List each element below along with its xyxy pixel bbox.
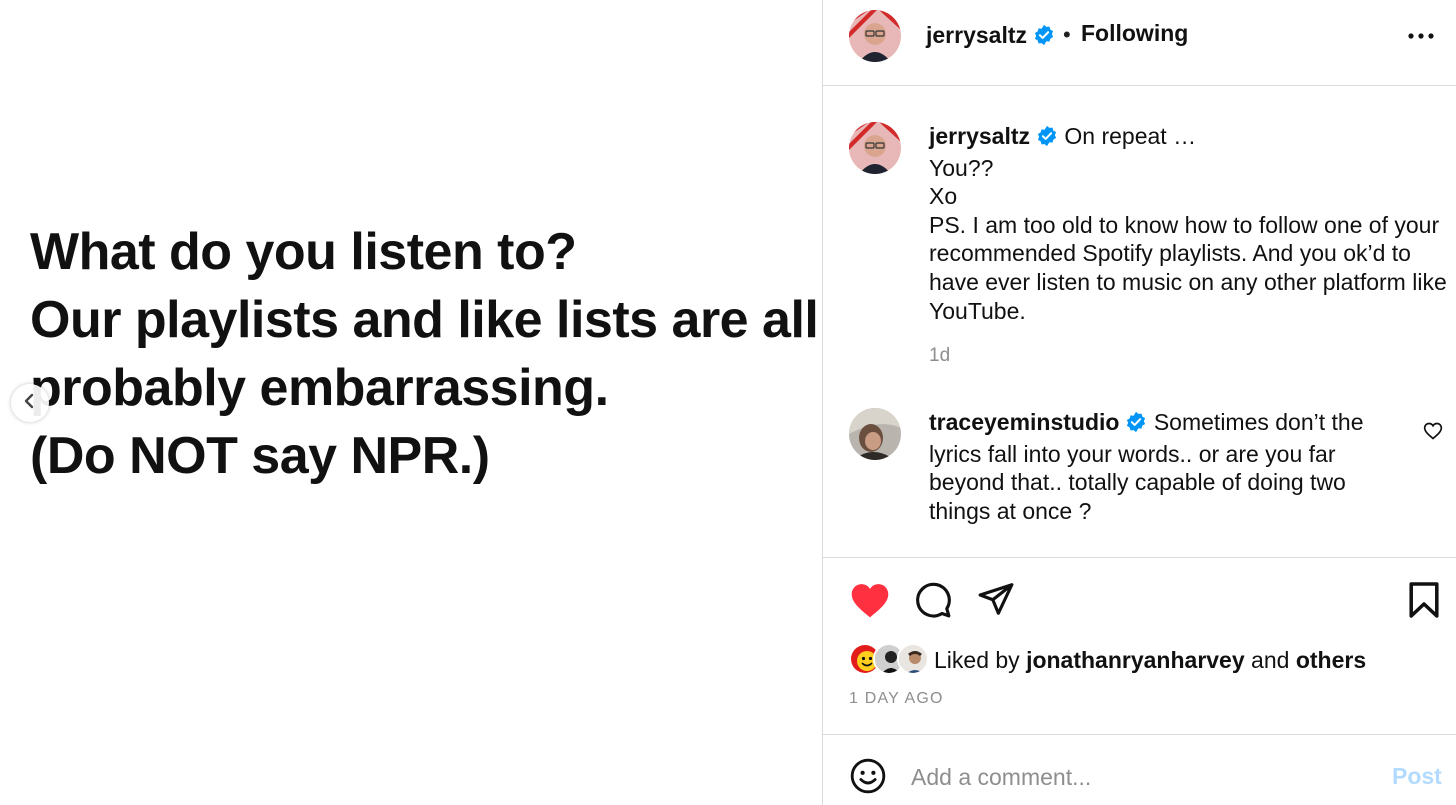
caption-text: On repeat … bbox=[1064, 123, 1197, 149]
verified-badge-icon bbox=[1125, 411, 1147, 440]
divider bbox=[823, 557, 1456, 558]
liked-by-conjunction: and bbox=[1251, 647, 1290, 673]
liked-by-text: Liked by jonathanryanharvey and others bbox=[934, 647, 1366, 674]
verified-badge-icon bbox=[1036, 125, 1058, 154]
verified-badge-icon bbox=[1033, 24, 1055, 52]
caption-timestamp[interactable]: 1d bbox=[929, 345, 950, 367]
caption-text: You?? bbox=[929, 154, 994, 181]
liked-by-user-link[interactable]: jonathanryanharvey bbox=[1026, 647, 1245, 673]
post-comment-button[interactable]: Post bbox=[1392, 763, 1442, 790]
comment: traceyeminstudio Sometimes don’t the lyr… bbox=[929, 408, 1389, 525]
separator-dot: • bbox=[1063, 22, 1071, 47]
previous-slide-button[interactable] bbox=[11, 384, 49, 422]
post-text-line: probably embarrassing. bbox=[30, 359, 609, 417]
more-options-icon bbox=[1408, 28, 1434, 45]
post-side-panel: jerrysaltz • Following jerrysaltz On rep… bbox=[823, 0, 1456, 805]
username-text[interactable]: jerrysaltz bbox=[926, 22, 1027, 48]
comment-icon bbox=[914, 582, 952, 624]
emoji-button[interactable] bbox=[849, 757, 887, 800]
smiley-icon bbox=[849, 758, 887, 799]
like-button[interactable] bbox=[849, 580, 891, 625]
divider bbox=[823, 734, 1456, 735]
comment-input[interactable] bbox=[911, 758, 1371, 796]
bookmark-icon bbox=[1408, 582, 1440, 624]
comment-username[interactable]: traceyeminstudio bbox=[929, 409, 1119, 435]
caption-text: PS. I am too old to know how to follow o… bbox=[929, 211, 1447, 324]
avatar[interactable] bbox=[849, 10, 901, 62]
share-icon bbox=[977, 583, 1015, 622]
header-username[interactable]: jerrysaltz bbox=[926, 22, 1055, 52]
save-button[interactable] bbox=[1408, 580, 1440, 625]
post-image-text: What do you listen to? Our playlists and… bbox=[30, 218, 819, 490]
post-text-line: What do you listen to? bbox=[30, 223, 577, 281]
more-options-button[interactable] bbox=[1408, 28, 1434, 46]
comment-button[interactable] bbox=[914, 580, 952, 625]
liked-by-row: Liked by jonathanryanharvey and others bbox=[849, 643, 1449, 677]
caption-username[interactable]: jerrysaltz bbox=[929, 123, 1030, 149]
caption-text: Xo bbox=[929, 183, 958, 210]
chevron-left-icon bbox=[21, 392, 39, 415]
post-header: jerrysaltz • Following bbox=[823, 0, 1456, 86]
avatar[interactable] bbox=[849, 408, 901, 460]
liked-by-others-link[interactable]: others bbox=[1296, 647, 1366, 673]
avatar[interactable] bbox=[849, 122, 901, 174]
post-text-line: (Do NOT say NPR.) bbox=[30, 427, 490, 485]
liked-by-prefix: Liked by bbox=[934, 647, 1020, 673]
following-button[interactable]: Following bbox=[1081, 20, 1188, 47]
comment-like-button[interactable] bbox=[1423, 421, 1443, 446]
heart-icon bbox=[849, 584, 891, 624]
post-text-line: Our playlists and like lists are all bbox=[30, 291, 819, 349]
post-caption: jerrysaltz On repeat … You?? Xo PS. I am… bbox=[929, 122, 1449, 325]
post-image: What do you listen to? Our playlists and… bbox=[0, 0, 822, 805]
heart-outline-icon bbox=[1423, 422, 1443, 445]
avatar bbox=[897, 643, 929, 675]
share-button[interactable] bbox=[977, 580, 1015, 623]
post-timestamp[interactable]: 1 DAY AGO bbox=[849, 690, 944, 708]
